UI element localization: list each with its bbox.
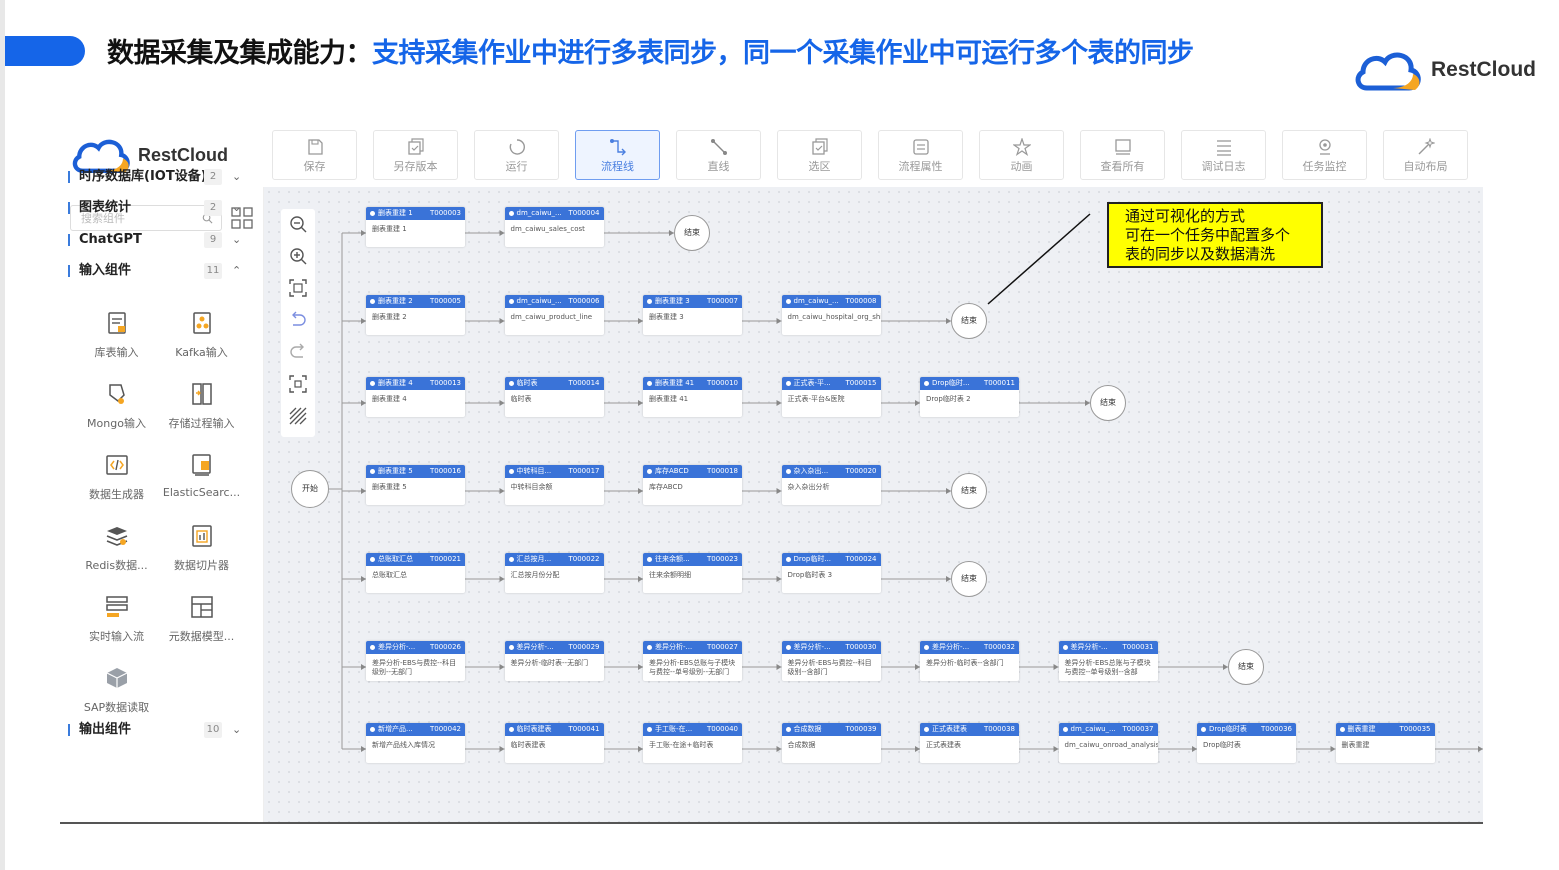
annotation-line: 可在一个任务中配置多个: [1125, 226, 1291, 244]
annotation-pointer-line: [987, 213, 1091, 305]
annotation-callout: 通过可视化的方式 可在一个任务中配置多个 表的同步以及数据清洗: [1107, 202, 1323, 268]
annotation-line: 表的同步以及数据清洗: [1125, 245, 1276, 263]
annotation-line: 通过可视化的方式: [1125, 207, 1246, 225]
